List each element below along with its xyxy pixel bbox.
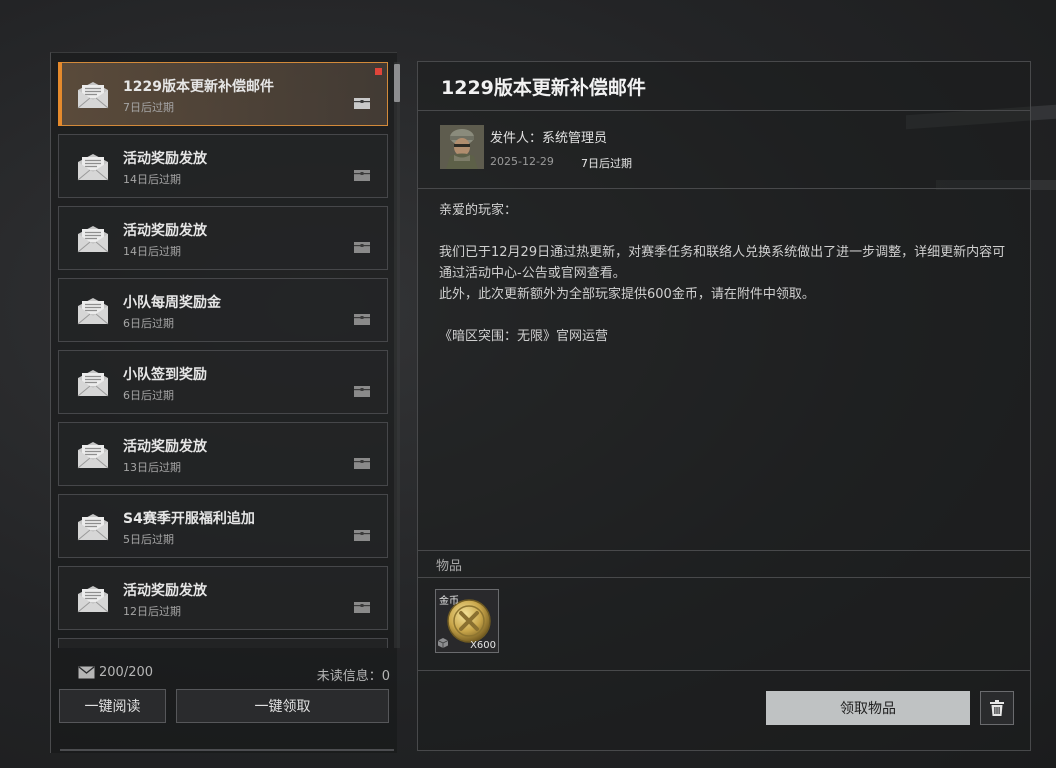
attachment-box-icon (354, 458, 370, 469)
mail-list-item-expire: 6日后过期 (123, 317, 174, 330)
mail-greeting: 亲爱的玩家： (439, 203, 518, 218)
attachment-box-icon (354, 242, 370, 253)
mail-list-item-title: 活动奖励发放 (123, 223, 207, 239)
envelope-icon (77, 370, 109, 397)
attachment-box-icon (354, 530, 370, 541)
mail-list-item-expire: 14日后过期 (123, 173, 181, 186)
mail-list-item-title: 小队每周奖励金 (123, 295, 221, 311)
attachment-box-icon (354, 314, 370, 325)
mailbox-capacity-text: 200/200 (99, 665, 154, 680)
soldier-portrait-icon (440, 125, 484, 169)
mail-list-item[interactable]: 活动奖励发放 13日后过期 (58, 422, 388, 486)
mail-list-item-title: 小队签到奖励 (123, 367, 207, 383)
attachment-item[interactable]: 金币 X600 (435, 589, 499, 653)
mail-list-item-title: 活动奖励发放 (123, 439, 207, 455)
mail-list-item[interactable]: 活动奖励发放 14日后过期 (58, 134, 388, 198)
mail-list-scrollbar[interactable] (394, 62, 400, 648)
unread-count: 未读信息：0 (316, 669, 390, 684)
mail-list-item[interactable]: 活动奖励发放 12日后过期 (58, 566, 388, 630)
claim-items-button[interactable]: 领取物品 (766, 691, 970, 725)
attachments-label: 物品 (436, 559, 463, 574)
mail-list-item[interactable]: S4赛季开服福利追加 5日后过期 (58, 494, 388, 558)
mail-body: 亲爱的玩家： 我们已于12月29日通过热更新，对赛季任务和联络人兑换系统做出了进… (439, 200, 1014, 347)
mail-expire: 7日后过期 (581, 157, 632, 170)
attachments-header: 物品 (418, 550, 1030, 578)
envelope-icon (77, 586, 109, 613)
envelope-icon (78, 666, 95, 679)
mail-list-scrollbar-thumb[interactable] (394, 64, 400, 102)
mail-list-item-expire: 5日后过期 (123, 533, 174, 546)
mail-list-item[interactable]: 1229版本更新补偿邮件 7日后过期 (58, 62, 388, 126)
mail-list[interactable]: 1229版本更新补偿邮件 7日后过期 活动奖励发放 14日后过期 活动奖励发放 14日后过… (58, 62, 390, 648)
sender-avatar (440, 125, 484, 169)
trash-icon (990, 700, 1004, 716)
attachment-item-name: 金币 (439, 596, 459, 607)
envelope-icon (77, 514, 109, 541)
divider (60, 749, 394, 751)
mail-detail-panel: 1229版本更新补偿邮件 发件人：系统管理员 2025-12-29 7日后过期 … (417, 61, 1031, 751)
sender-name: 发件人：系统管理员 (490, 131, 608, 146)
mail-list-item[interactable]: 小队签到奖励 6日后过期 (58, 350, 388, 414)
mail-list-item-expire: 7日后过期 (123, 101, 174, 114)
mail-signature: 《暗区突围：无限》官网运营 (439, 329, 609, 344)
claim-all-button[interactable]: 一键领取 (176, 689, 389, 723)
attachment-box-icon (354, 386, 370, 397)
attachment-item-quantity: X600 (470, 640, 496, 651)
mail-detail-title: 1229版本更新补偿邮件 (441, 77, 646, 99)
envelope-icon (77, 226, 109, 253)
mail-list-item-title: 活动奖励发放 (123, 583, 207, 599)
mail-list-item-expire: 6日后过期 (123, 389, 174, 402)
mail-paragraph: 此外，此次更新额外为全部玩家提供600金币，请在附件中领取。 (439, 287, 815, 302)
mail-list-item-title: 活动奖励发放 (123, 151, 207, 167)
envelope-icon (77, 154, 109, 181)
read-all-button[interactable]: 一键阅读 (59, 689, 166, 723)
unread-indicator (375, 68, 382, 75)
mail-detail-header: 1229版本更新补偿邮件 (418, 62, 1030, 111)
mail-list-item[interactable]: 小队每周奖励金 6日后过期 (58, 278, 388, 342)
envelope-icon (77, 442, 109, 469)
sender-info: 发件人：系统管理员 2025-12-29 7日后过期 (418, 110, 1030, 189)
mail-paragraph: 我们已于12月29日通过热更新，对赛季任务和联络人兑换系统做出了进一步调整，详细… (439, 245, 1006, 281)
attachment-box-icon (354, 170, 370, 181)
mail-list-item-title: 1229版本更新补偿邮件 (123, 79, 274, 95)
mail-list-item-expire: 14日后过期 (123, 245, 181, 258)
attachment-box-icon (354, 98, 370, 109)
mail-date: 2025-12-29 (490, 155, 554, 168)
mail-list-item-expire: 13日后过期 (123, 461, 181, 474)
mail-list-item-partial[interactable] (58, 638, 388, 648)
envelope-icon (77, 298, 109, 325)
mail-list-item-title: S4赛季开服福利追加 (123, 511, 255, 527)
attachment-box-icon (354, 602, 370, 613)
mailbox-capacity: 200/200 (78, 665, 153, 680)
envelope-icon (77, 82, 109, 109)
mail-list-item-expire: 12日后过期 (123, 605, 181, 618)
cube-icon (438, 638, 448, 648)
mail-list-item[interactable]: 活动奖励发放 14日后过期 (58, 206, 388, 270)
delete-mail-button[interactable] (980, 691, 1014, 725)
